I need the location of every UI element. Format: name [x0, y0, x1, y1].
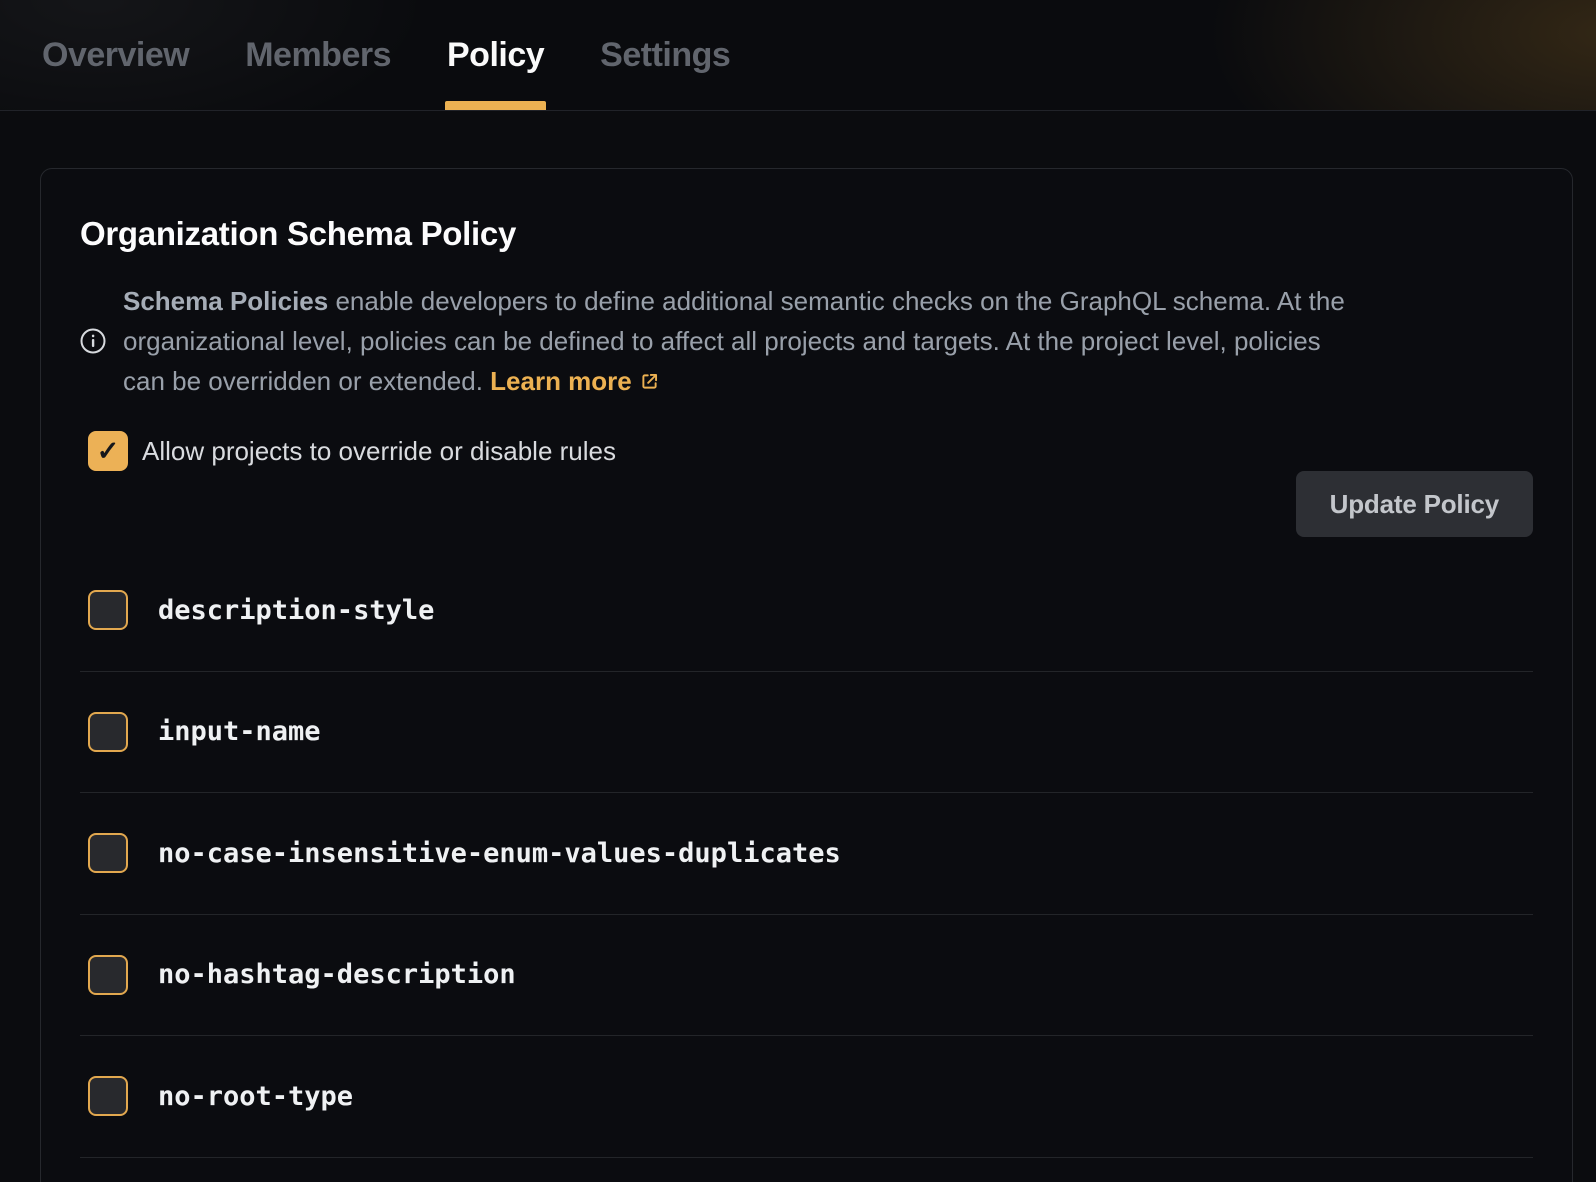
page-header: Overview Members Policy Settings — [0, 0, 1596, 111]
tab-members[interactable]: Members — [245, 0, 391, 110]
rule-row-description-style[interactable]: description-style — [80, 550, 1533, 672]
rule-checkbox[interactable] — [88, 590, 128, 630]
tab-settings[interactable]: Settings — [600, 0, 730, 110]
rule-row-no-root-type[interactable]: no-root-type — [80, 1036, 1533, 1158]
allow-override-checkbox[interactable]: ✓ — [88, 431, 128, 471]
policy-card: Organization Schema Policy Schema Polici… — [40, 168, 1573, 1182]
tab-members-label: Members — [245, 36, 391, 75]
description-line-1: Schema Policies enable developers to def… — [123, 281, 1345, 321]
tab-overview-label: Overview — [42, 36, 189, 75]
tab-bar: Overview Members Policy Settings — [0, 0, 1596, 110]
rule-name: no-root-type — [158, 1081, 353, 1112]
button-row: Update Policy — [80, 471, 1533, 537]
page-title: Organization Schema Policy — [80, 213, 1533, 255]
rule-row-input-name[interactable]: input-name — [80, 672, 1533, 794]
rule-checkbox[interactable] — [88, 955, 128, 995]
check-icon: ✓ — [97, 438, 120, 465]
active-tab-underline — [445, 101, 546, 110]
update-policy-button[interactable]: Update Policy — [1296, 471, 1533, 537]
tab-overview[interactable]: Overview — [42, 0, 189, 110]
info-circle-icon — [80, 328, 106, 354]
rule-row-no-case-insensitive-enum-values-duplicates[interactable]: no-case-insensitive-enum-values-duplicat… — [80, 793, 1533, 915]
rule-checkbox[interactable] — [88, 833, 128, 873]
rule-checkbox[interactable] — [88, 712, 128, 752]
description-text: Schema Policies enable developers to def… — [123, 281, 1345, 401]
rule-name: input-name — [158, 716, 321, 747]
description-line-3: can be overridden or extended. Learn mor… — [123, 361, 1345, 401]
tab-policy[interactable]: Policy — [447, 0, 544, 110]
allow-override-label: Allow projects to override or disable ru… — [142, 436, 616, 467]
allow-override-row: ✓ Allow projects to override or disable … — [80, 431, 1533, 471]
description-line-2: organizational level, policies can be de… — [123, 321, 1345, 361]
external-link-icon — [639, 363, 660, 384]
rule-checkbox[interactable] — [88, 1076, 128, 1116]
learn-more-link[interactable]: Learn more — [490, 366, 660, 396]
rule-row-no-hashtag-description[interactable]: no-hashtag-description — [80, 915, 1533, 1037]
tab-settings-label: Settings — [600, 36, 730, 75]
rule-name: description-style — [158, 595, 434, 626]
policy-description: Schema Policies enable developers to def… — [80, 281, 1533, 401]
rule-name: no-case-insensitive-enum-values-duplicat… — [158, 838, 841, 869]
tab-policy-label: Policy — [447, 36, 544, 75]
rule-name: no-hashtag-description — [158, 959, 516, 990]
rules-list: description-style input-name no-case-ins… — [80, 550, 1533, 1158]
